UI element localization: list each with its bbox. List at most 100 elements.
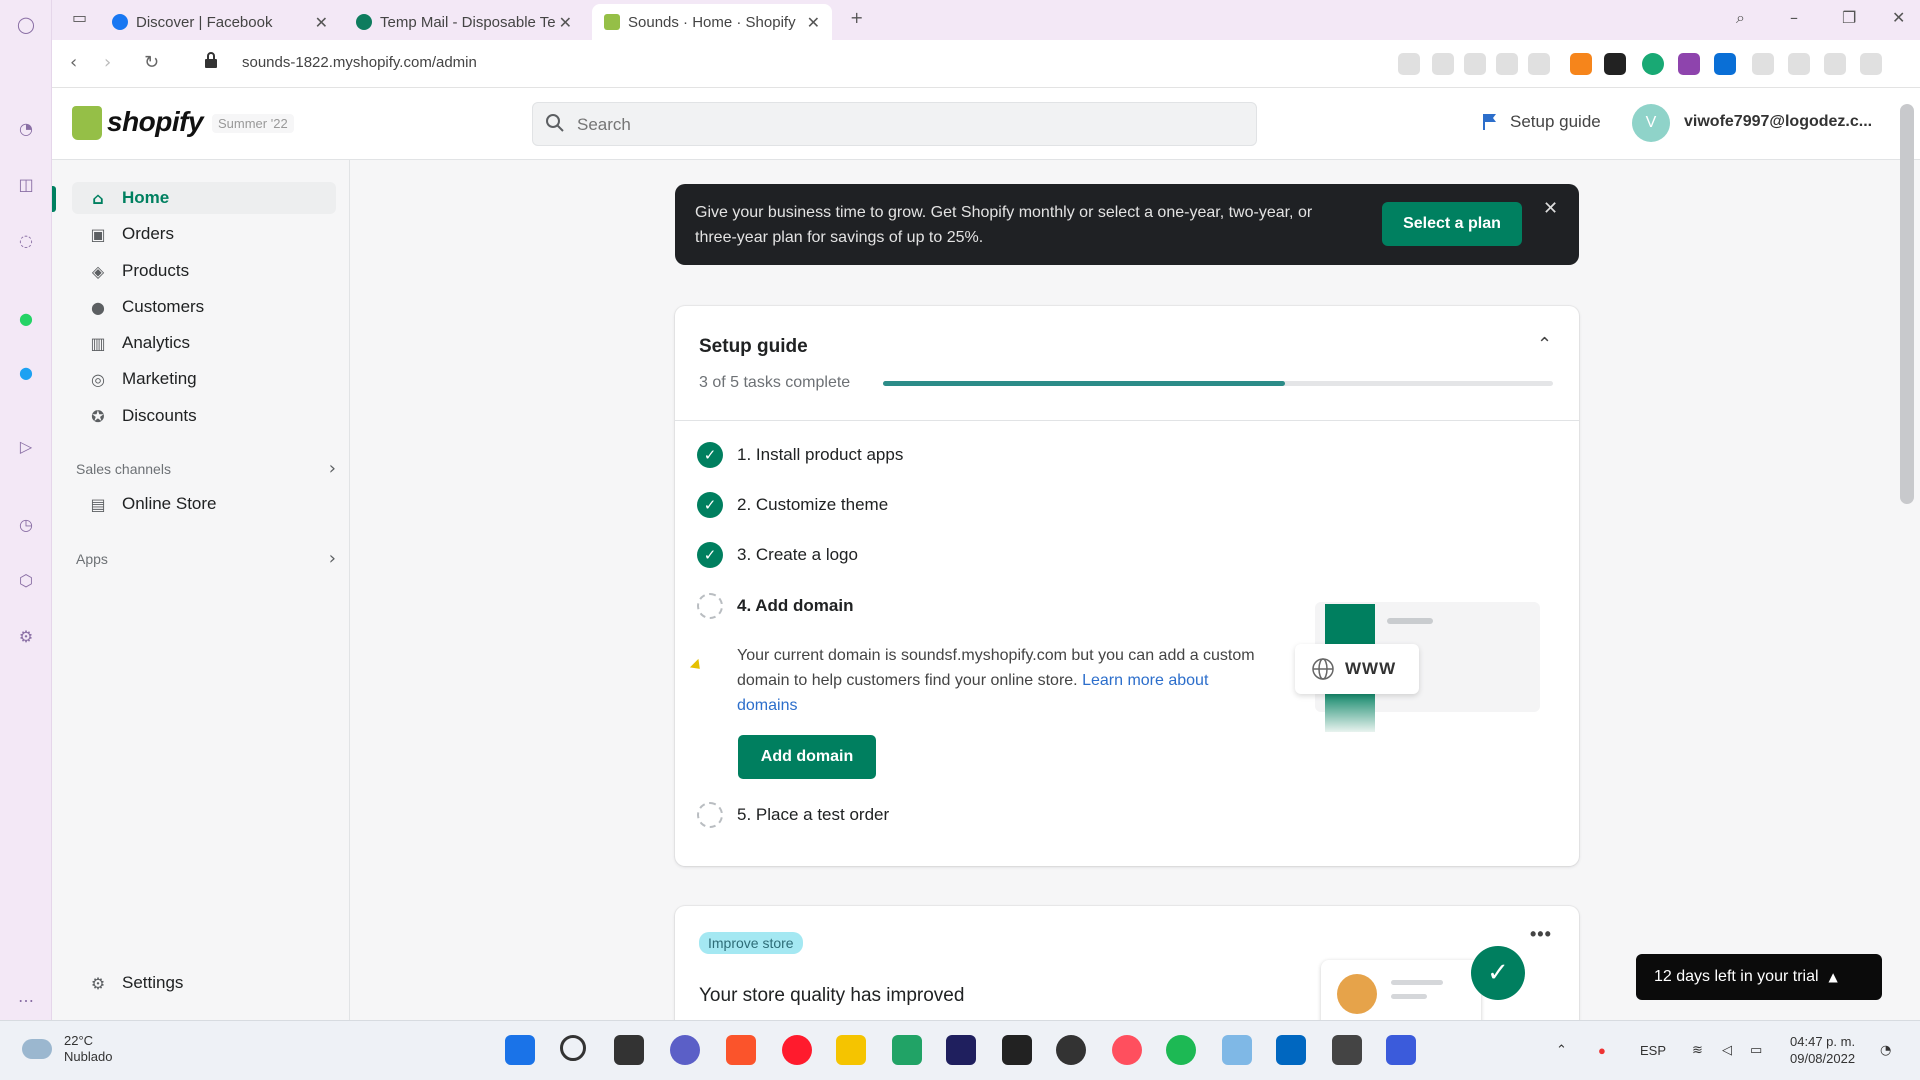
close-tab-icon[interactable]: ✕ <box>559 13 572 32</box>
davinci-icon[interactable] <box>1002 1035 1032 1065</box>
bag-icon[interactable]: ◫ <box>14 172 38 196</box>
wallet-icon[interactable] <box>1604 53 1626 75</box>
nav-item-home[interactable]: ⌂ Home <box>72 182 336 214</box>
nav-item-discounts[interactable]: ✪ Discounts <box>72 400 336 432</box>
whatsapp-icon[interactable]: ● <box>14 306 38 330</box>
nav-item-settings[interactable]: ⚙ Settings <box>72 967 336 999</box>
opera-icon[interactable] <box>782 1035 812 1065</box>
obs-icon[interactable] <box>1056 1035 1086 1065</box>
speed-dial-icon[interactable]: ◔ <box>14 116 38 140</box>
file-explorer-icon[interactable] <box>836 1035 866 1065</box>
clock[interactable]: 04:47 p. m. 09/08/2022 <box>1790 1033 1855 1067</box>
chevron-up-icon[interactable]: ⌃ <box>1556 1043 1567 1058</box>
close-icon[interactable]: ✕ <box>1543 198 1558 219</box>
bar-chart-icon: ▥ <box>90 333 106 353</box>
editor-icon[interactable] <box>1386 1035 1416 1065</box>
task-customize-theme[interactable]: ✓ 2. Customize theme <box>697 492 888 518</box>
bookmark-extension-icon[interactable] <box>1714 53 1736 75</box>
back-icon[interactable]: ‹ <box>70 52 77 73</box>
chat-icon[interactable] <box>670 1035 700 1065</box>
settings-gear-icon[interactable]: ⚙ <box>14 624 38 648</box>
chevron-right-icon[interactable]: › <box>329 548 336 569</box>
history-icon[interactable]: ◷ <box>14 512 38 536</box>
messenger-icon[interactable]: ◌ <box>14 228 38 252</box>
setup-guide-link[interactable]: Setup guide <box>1482 112 1601 132</box>
close-tab-icon[interactable]: ✕ <box>315 13 328 32</box>
search-box[interactable] <box>532 102 1257 146</box>
nav-item-orders[interactable]: ▣ Orders <box>72 218 336 250</box>
search-input[interactable] <box>577 111 1237 139</box>
trial-banner[interactable]: 12 days left in your trial ▲ <box>1636 954 1882 1000</box>
task-place-test-order[interactable]: 5. Place a test order <box>697 802 889 828</box>
extension-icon[interactable] <box>1398 53 1420 75</box>
app-icon[interactable] <box>1332 1035 1362 1065</box>
add-domain-button[interactable]: Add domain <box>738 735 876 779</box>
sales-channels-header[interactable]: Sales channels › <box>76 458 336 479</box>
shopify-logo-icon[interactable] <box>72 106 102 140</box>
scrollbar[interactable] <box>1900 104 1914 504</box>
shopify-logo-text[interactable]: shopify <box>107 106 204 138</box>
restore-icon[interactable]: ❐ <box>1842 8 1856 27</box>
premiere-icon[interactable] <box>946 1035 976 1065</box>
weather-widget[interactable]: 22°C Nublado <box>22 1033 112 1065</box>
nav-item-analytics[interactable]: ▥ Analytics <box>72 327 336 359</box>
send-icon[interactable] <box>1496 53 1518 75</box>
opera-gx-icon[interactable] <box>1112 1035 1142 1065</box>
microphone-icon[interactable]: ● <box>1598 1043 1606 1058</box>
windows-start-icon[interactable] <box>505 1035 535 1065</box>
mail-icon[interactable] <box>1222 1035 1252 1065</box>
store-icon[interactable] <box>1276 1035 1306 1065</box>
nav-item-products[interactable]: ◈ Products <box>72 255 336 287</box>
cube-icon[interactable] <box>1788 53 1810 75</box>
spreadsheet-icon[interactable] <box>892 1035 922 1065</box>
apps-header[interactable]: Apps › <box>76 548 336 569</box>
task-add-domain[interactable]: 4. Add domain <box>697 593 854 619</box>
volume-icon[interactable]: ◁ <box>1722 1043 1732 1058</box>
minimize-icon[interactable]: – <box>1790 8 1798 27</box>
opera-logo-icon[interactable]: ◯ <box>14 12 38 36</box>
battery-icon[interactable]: ▭ <box>1750 1043 1762 1058</box>
new-tab-icon[interactable]: + <box>850 8 863 27</box>
search-icon[interactable] <box>560 1035 586 1061</box>
tab-temp-mail[interactable]: Temp Mail - Disposable Te ✕ <box>344 4 584 40</box>
metamask-icon[interactable] <box>1570 53 1592 75</box>
download-icon[interactable] <box>1824 53 1846 75</box>
more-actions-icon[interactable]: ••• <box>1530 924 1552 945</box>
chevron-right-icon[interactable]: › <box>329 458 336 479</box>
task-create-logo[interactable]: ✓ 3. Create a logo <box>697 542 858 568</box>
forward-icon[interactable]: › <box>104 52 111 73</box>
snapshot-icon[interactable] <box>1752 53 1774 75</box>
easy-setup-icon[interactable] <box>1860 53 1882 75</box>
reload-icon[interactable]: ↻ <box>144 52 159 73</box>
chevron-up-icon[interactable]: ⌃ <box>1537 334 1552 355</box>
notification-icon[interactable]: ◔ <box>1880 1043 1891 1058</box>
puzzle-icon[interactable] <box>1678 53 1700 75</box>
avatar[interactable]: V <box>1632 104 1670 142</box>
twitter-icon[interactable]: ● <box>14 360 38 384</box>
task-install-apps[interactable]: ✓ 1. Install product apps <box>697 442 903 468</box>
tab-menu-icon[interactable]: ▭ <box>72 8 87 27</box>
nav-item-marketing[interactable]: ◎ Marketing <box>72 363 336 395</box>
wifi-icon[interactable]: ≋ <box>1692 1043 1703 1058</box>
tab-shopify[interactable]: Sounds · Home · Shopify ✕ <box>592 4 832 40</box>
task-view-icon[interactable] <box>614 1035 644 1065</box>
tab-search-icon[interactable]: ⌕ <box>1736 8 1745 28</box>
close-tab-icon[interactable]: ✕ <box>807 13 820 32</box>
language-indicator[interactable]: ESP <box>1640 1043 1666 1058</box>
heart-icon[interactable] <box>1528 53 1550 75</box>
camera-icon[interactable] <box>1432 53 1454 75</box>
select-plan-button[interactable]: Select a plan <box>1382 202 1522 246</box>
nav-item-customers[interactable]: ● Customers <box>72 291 336 323</box>
close-window-icon[interactable]: ✕ <box>1892 8 1905 27</box>
spotify-icon[interactable] <box>1166 1035 1196 1065</box>
player-icon[interactable]: ▷ <box>14 434 38 458</box>
more-icon[interactable]: … <box>14 984 38 1008</box>
brave-icon[interactable] <box>726 1035 756 1065</box>
account-email[interactable]: viwofe7997@logodez.c... <box>1684 113 1884 131</box>
shield-icon[interactable] <box>1464 53 1486 75</box>
nav-item-online-store[interactable]: ▤ Online Store <box>72 488 336 520</box>
url-field[interactable]: sounds-1822.myshopify.com/admin <box>242 54 477 71</box>
green-extension-icon[interactable] <box>1642 53 1664 75</box>
box-icon[interactable]: ⬡ <box>14 568 38 592</box>
tab-facebook[interactable]: Discover | Facebook ✕ <box>100 4 340 40</box>
